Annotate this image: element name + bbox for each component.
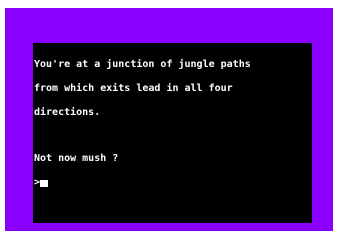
text-cursor <box>40 179 49 187</box>
description-line: from which exits lead in all four <box>34 83 233 94</box>
description-line: You're at a junction of jungle paths <box>34 59 251 70</box>
description-line: directions. <box>34 107 101 118</box>
game-screen: You're at a junction of jungle paths fro… <box>33 43 312 223</box>
screen-border: You're at a junction of jungle paths fro… <box>5 8 333 231</box>
text-output: You're at a junction of jungle paths fro… <box>34 45 251 203</box>
command-input-line[interactable]: > <box>34 178 251 188</box>
game-response: Not now mush ? <box>34 153 119 164</box>
